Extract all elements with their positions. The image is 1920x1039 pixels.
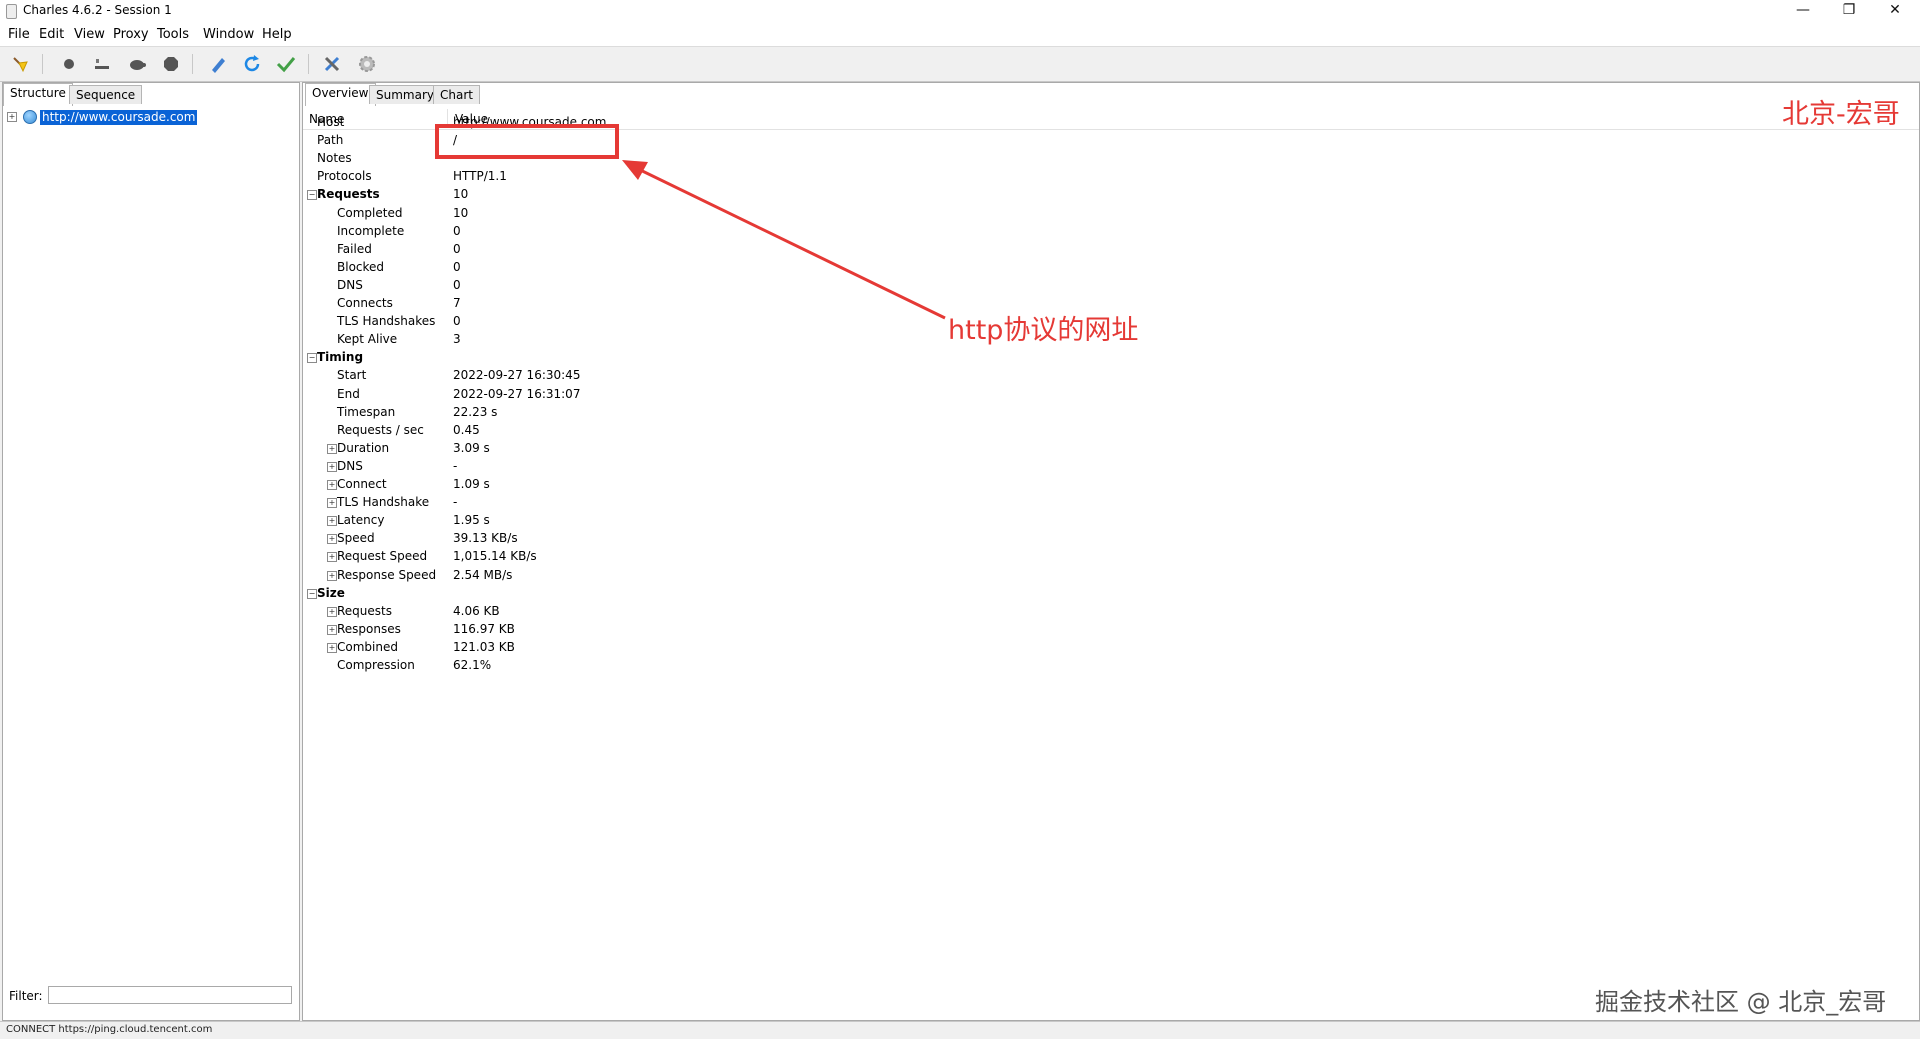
annotation-text: http协议的网址 bbox=[948, 315, 1139, 346]
annotation-arrow bbox=[622, 160, 946, 320]
watermark-top: 北京-宏哥 bbox=[1782, 99, 1900, 130]
watermark-bottom: 掘金技术社区 @ 北京_宏哥 bbox=[1595, 988, 1887, 1016]
status-bar: CONNECT https://ping.cloud.tencent.com bbox=[0, 1021, 1920, 1039]
status-text: CONNECT https://ping.cloud.tencent.com bbox=[6, 1024, 213, 1035]
